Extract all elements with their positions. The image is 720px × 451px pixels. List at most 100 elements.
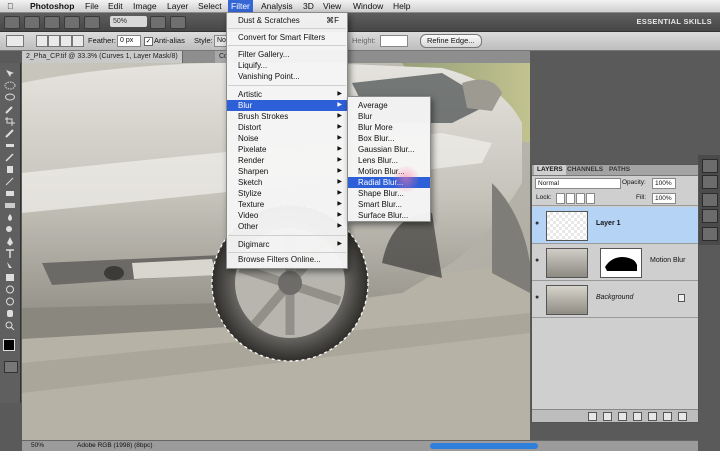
add-selection-icon[interactable]: [48, 35, 60, 47]
color-panel-icon[interactable]: [702, 159, 718, 173]
lock-all-icon[interactable]: [586, 193, 595, 204]
layer-row-background[interactable]: ● Background: [532, 281, 698, 318]
menu-select[interactable]: Select: [195, 0, 225, 12]
menu-filter[interactable]: Filter: [228, 0, 253, 12]
menu-layer[interactable]: Layer: [164, 0, 191, 12]
masks-panel-icon[interactable]: [702, 209, 718, 223]
menu-item-smart-blur[interactable]: Smart Blur...: [348, 199, 430, 210]
lock-position-icon[interactable]: [576, 193, 585, 204]
height-input[interactable]: [380, 35, 408, 47]
crop-tool-icon[interactable]: [4, 117, 16, 126]
3d-orbit-tool-icon[interactable]: [4, 297, 16, 306]
new-selection-icon[interactable]: [36, 35, 48, 47]
menu-item-blur-simple[interactable]: Blur: [348, 111, 430, 122]
menu-item-brush-strokes[interactable]: Brush Strokes ▶: [227, 111, 347, 122]
menu-item-render[interactable]: Render ▶: [227, 155, 347, 166]
history-panel-icon[interactable]: [702, 227, 718, 241]
menu-edit[interactable]: Edit: [105, 0, 126, 12]
adjustments-panel-icon[interactable]: [702, 193, 718, 207]
hand-tool-icon[interactable]: [84, 16, 100, 29]
add-mask-icon[interactable]: [618, 412, 627, 421]
menu-item-shape-blur[interactable]: Shape Blur...: [348, 188, 430, 199]
menu-item-distort[interactable]: Distort ▶: [227, 122, 347, 133]
adjustment-layer-icon[interactable]: [633, 412, 642, 421]
menu-item-noise[interactable]: Noise ▶: [227, 133, 347, 144]
menu-item-gaussian-blur[interactable]: Gaussian Blur...: [348, 144, 430, 155]
menu-photoshop[interactable]: Photoshop: [27, 0, 77, 12]
status-profile[interactable]: Adobe RGB (1998) (8bpc): [77, 442, 153, 449]
menu-analysis[interactable]: Analysis: [258, 0, 296, 12]
new-layer-icon[interactable]: [663, 412, 672, 421]
menu-image[interactable]: Image: [130, 0, 160, 12]
bridge-icon[interactable]: [24, 16, 40, 29]
swatches-panel-icon[interactable]: [702, 175, 718, 189]
type-tool-icon[interactable]: [4, 249, 16, 258]
arrange-documents-icon[interactable]: [150, 16, 166, 29]
gradient-tool-icon[interactable]: [4, 201, 16, 210]
layer-row-layer-1[interactable]: ● Layer 1: [532, 207, 698, 244]
menu-item-dust-scratches[interactable]: Dust & Scratches ⌘F: [227, 15, 347, 26]
tool-preset-picker[interactable]: [6, 35, 24, 47]
visibility-eye-icon[interactable]: ●: [535, 257, 543, 265]
quick-mask-icon[interactable]: [4, 361, 18, 373]
menu-view[interactable]: View: [320, 0, 344, 12]
layer-mask-thumbnail[interactable]: [600, 248, 642, 278]
layer-style-icon[interactable]: [603, 412, 612, 421]
lasso-tool-icon[interactable]: [4, 93, 16, 102]
menu-item-sketch[interactable]: Sketch ▶: [227, 177, 347, 188]
menu-file[interactable]: File: [82, 0, 102, 12]
menu-item-blur-more[interactable]: Blur More: [348, 122, 430, 133]
document-tab[interactable]: 2_Pha_CP.tif @ 33.3% (Curves 1, Layer Ma…: [22, 51, 183, 63]
fill-input[interactable]: 100%: [652, 193, 676, 204]
view-extras-icon[interactable]: [64, 16, 80, 29]
menu-item-texture[interactable]: Texture ▶: [227, 199, 347, 210]
eraser-tool-icon[interactable]: [4, 189, 16, 198]
workspace-switcher[interactable]: ESSENTIAL SKILLS: [636, 17, 712, 26]
pen-tool-icon[interactable]: [4, 237, 16, 246]
menu-3d[interactable]: 3D: [300, 0, 317, 12]
hand-tool-icon[interactable]: [4, 309, 16, 318]
menu-item-vanishing-point[interactable]: Vanishing Point...: [227, 71, 347, 82]
foreground-color-swatch[interactable]: [3, 339, 15, 351]
menu-item-blur[interactable]: Blur ▶: [227, 100, 347, 111]
menu-item-surface-blur[interactable]: Surface Blur...: [348, 210, 430, 221]
mini-bridge-icon[interactable]: [44, 16, 60, 29]
history-brush-tool-icon[interactable]: [4, 177, 16, 186]
zoom-tool-icon[interactable]: [4, 321, 16, 330]
menu-item-liquify[interactable]: Liquify...: [227, 60, 347, 71]
marquee-tool-icon[interactable]: [4, 81, 16, 90]
dodge-tool-icon[interactable]: [4, 225, 16, 234]
screen-mode-icon[interactable]: [170, 16, 186, 29]
menu-item-lens-blur[interactable]: Lens Blur...: [348, 155, 430, 166]
antialias-checkbox[interactable]: ✓: [144, 37, 153, 46]
blur-tool-icon[interactable]: [4, 213, 16, 222]
refine-edge-button[interactable]: Refine Edge...: [420, 34, 482, 48]
layer-row-motion-blur[interactable]: ● Motion Blur: [532, 244, 698, 281]
menu-window[interactable]: Window: [350, 0, 386, 12]
quick-selection-tool-icon[interactable]: [4, 105, 16, 114]
layer-name[interactable]: Layer 1: [596, 220, 621, 227]
healing-brush-tool-icon[interactable]: [4, 141, 16, 150]
menu-item-pixelate[interactable]: Pixelate ▶: [227, 144, 347, 155]
subtract-selection-icon[interactable]: [60, 35, 72, 47]
clone-stamp-tool-icon[interactable]: [4, 165, 16, 174]
blend-mode-select[interactable]: Normal: [535, 178, 621, 189]
menu-item-other[interactable]: Other ▶: [227, 221, 347, 232]
shape-tool-icon[interactable]: [4, 273, 16, 282]
intersect-selection-icon[interactable]: [72, 35, 84, 47]
tab-layers[interactable]: LAYERS: [534, 165, 566, 175]
menu-item-video[interactable]: Video ▶: [227, 210, 347, 221]
menu-item-digimarc[interactable]: Digimarc ▶: [227, 239, 347, 250]
layer-name[interactable]: Motion Blur: [650, 257, 685, 264]
move-tool-icon[interactable]: [4, 69, 16, 78]
apple-menu[interactable]: : [4, 0, 16, 12]
menu-item-filter-gallery[interactable]: Filter Gallery...: [227, 49, 347, 60]
menu-item-artistic[interactable]: Artistic ▶: [227, 89, 347, 100]
visibility-eye-icon[interactable]: ●: [535, 220, 543, 228]
brush-tool-icon[interactable]: [4, 153, 16, 162]
menu-item-sharpen[interactable]: Sharpen ▶: [227, 166, 347, 177]
lock-image-icon[interactable]: [566, 193, 575, 204]
menu-item-browse-filters-online[interactable]: Browse Filters Online...: [227, 254, 347, 265]
tab-paths[interactable]: PATHS: [606, 165, 633, 175]
lock-transparent-icon[interactable]: [556, 193, 565, 204]
